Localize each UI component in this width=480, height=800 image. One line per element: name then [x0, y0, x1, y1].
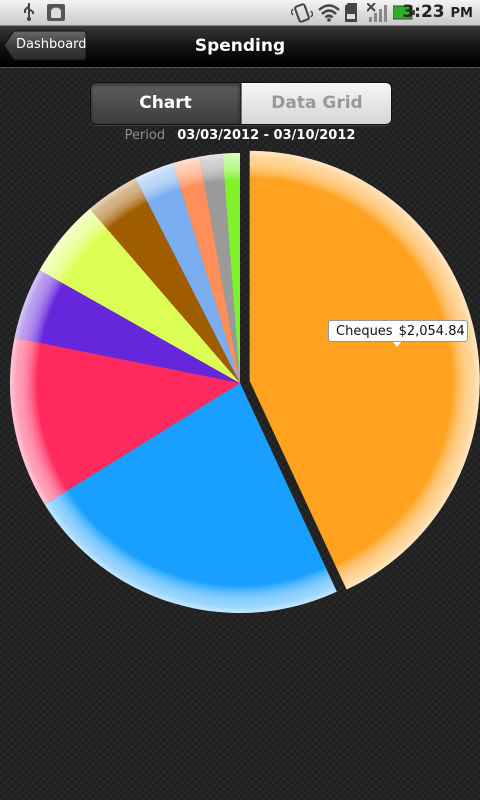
tooltip-pointer	[393, 342, 401, 347]
view-switcher: Chart Data Grid	[90, 82, 392, 125]
vibrate-icon	[290, 3, 314, 27]
status-bar: 3:23 PM	[0, 0, 480, 26]
title-bar: Dashboard Spending	[0, 26, 480, 68]
status-time-ampm: PM	[450, 6, 473, 21]
status-time-value: 3:23	[402, 2, 445, 22]
tooltip-amount: $2,054.84	[398, 324, 465, 339]
slice-tooltip: Cheques $2,054.84	[328, 320, 468, 347]
tab-chart[interactable]: Chart	[91, 83, 240, 124]
sd-card-icon	[344, 3, 358, 26]
tab-data-grid[interactable]: Data Grid	[241, 83, 391, 124]
android-debug-icon	[46, 3, 66, 26]
no-signal-icon	[366, 2, 389, 27]
page-title: Spending	[194, 36, 286, 56]
tooltip-category: Cheques	[336, 324, 393, 339]
status-time: 3:23 PM	[402, 2, 473, 22]
wifi-icon	[318, 3, 340, 26]
usb-icon	[22, 3, 36, 25]
spending-pie-chart[interactable]	[0, 140, 480, 630]
